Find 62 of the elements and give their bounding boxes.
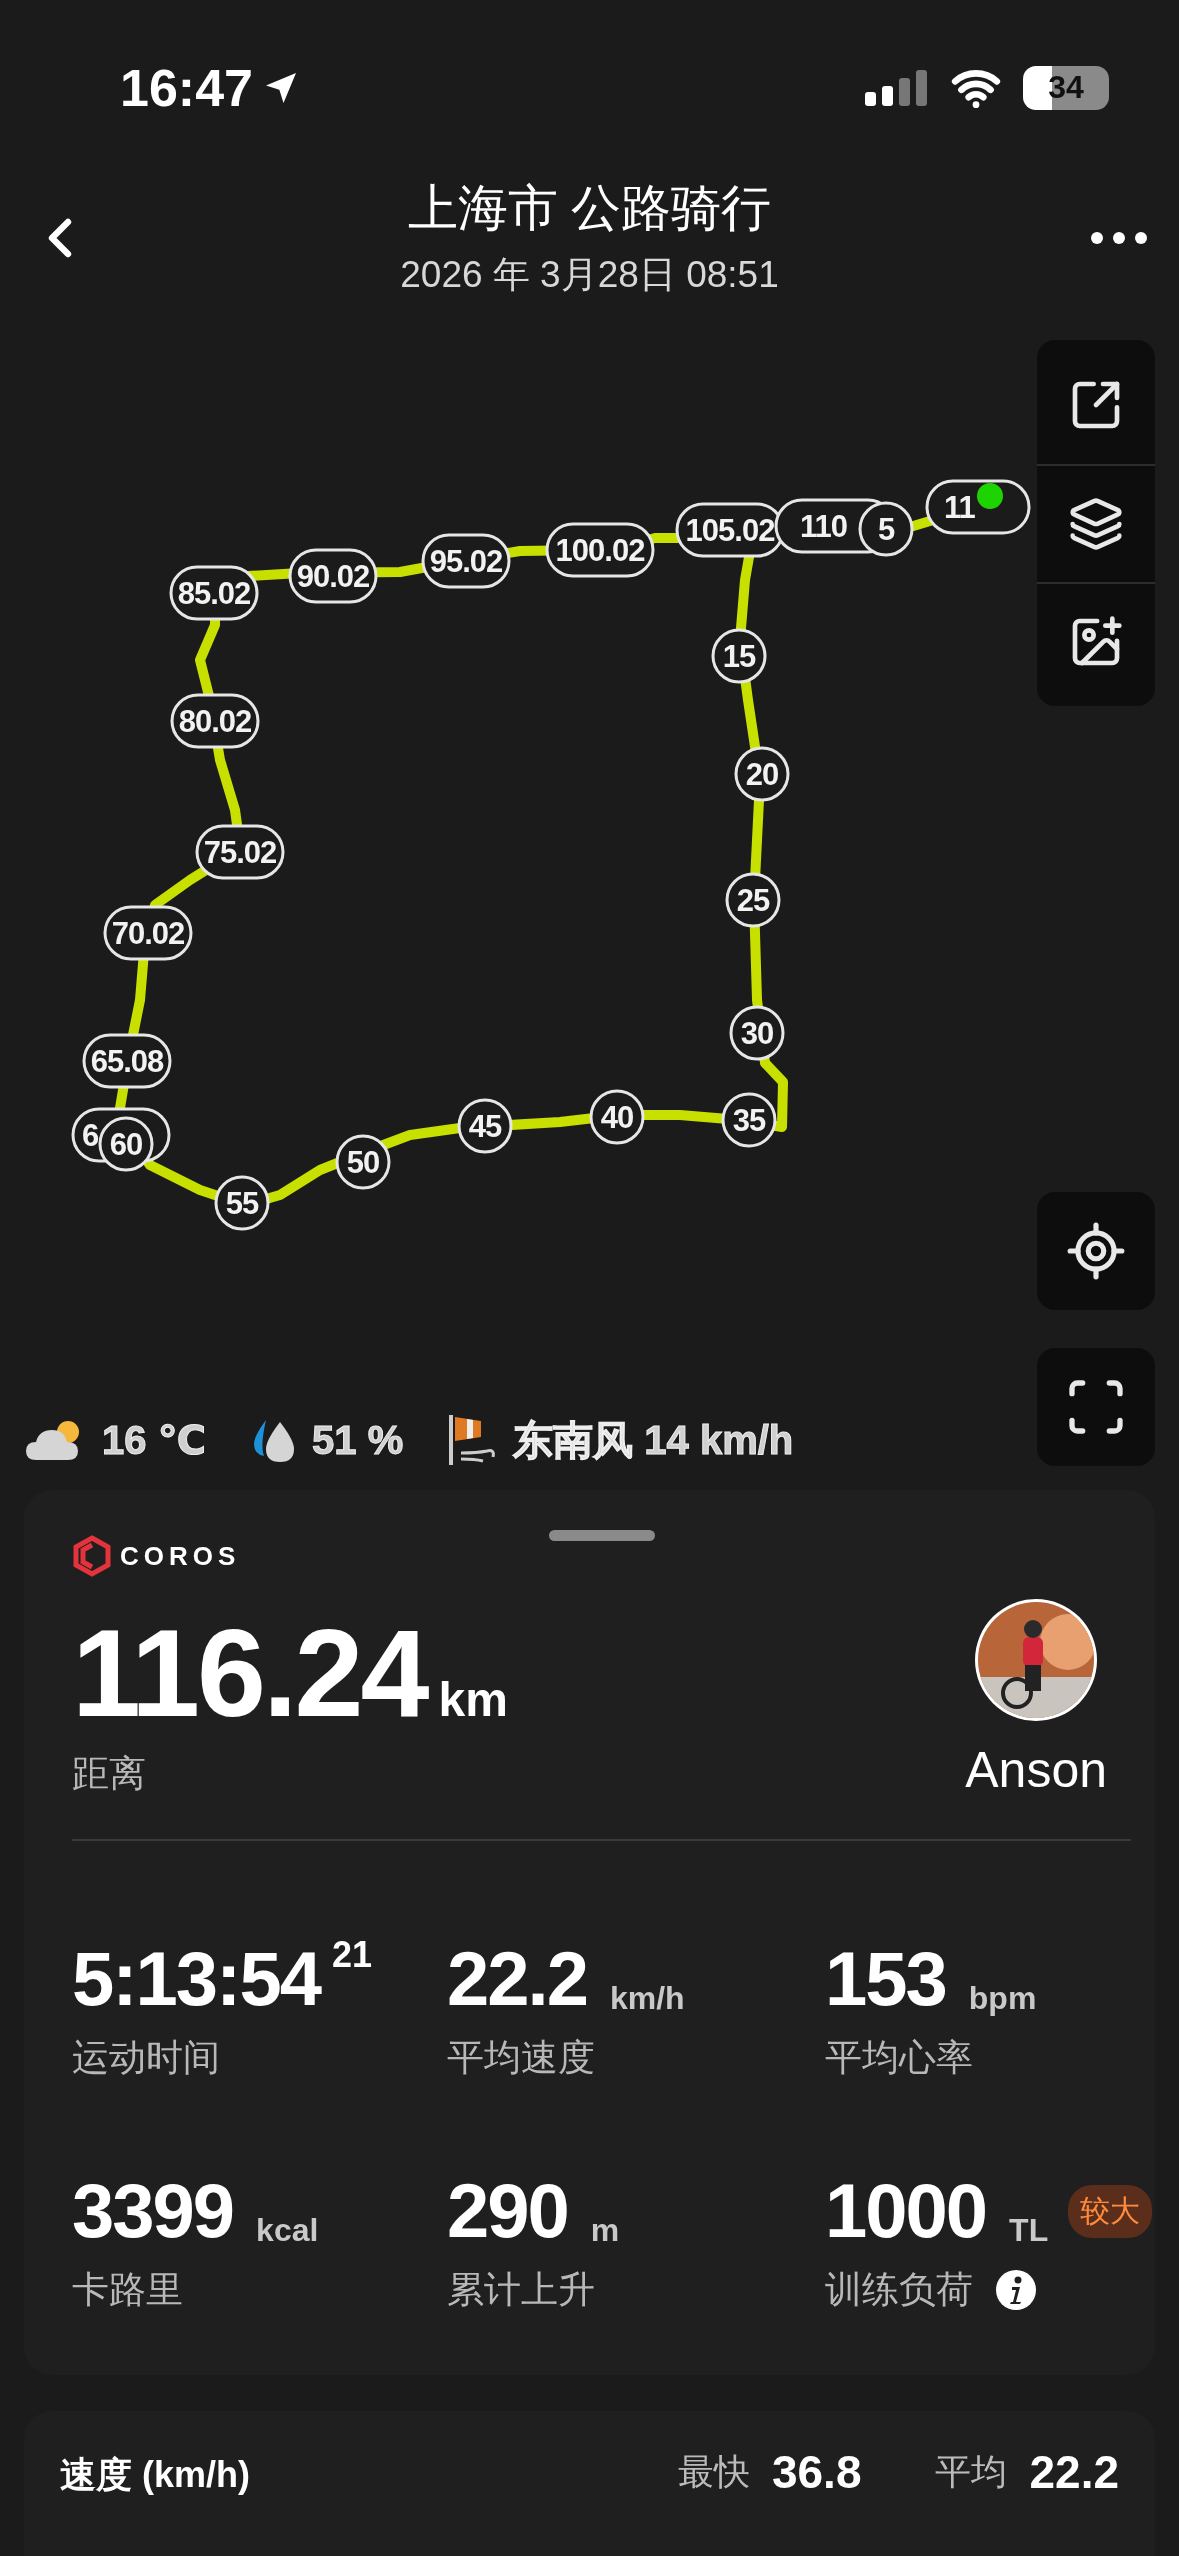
- stat-value: 3399: [72, 2173, 235, 2249]
- stat-label: 运动时间: [72, 2036, 220, 2080]
- stat-value: 1000: [825, 2173, 988, 2249]
- stat-value: 5:13:54$^{21}$: [72, 1941, 373, 2017]
- stat-value: 153: [825, 1941, 947, 2017]
- stat-label: 平均心率: [825, 2036, 973, 2080]
- distance-marker: 25: [725, 872, 781, 928]
- speed-chart-title: 速度 (km/h): [60, 2453, 250, 2497]
- info-icon[interactable]: [995, 2269, 1037, 2311]
- distance-marker: 85.02: [169, 565, 259, 621]
- distance-marker: 90.02: [288, 548, 378, 604]
- brand-name: COROS: [120, 1540, 241, 1572]
- layers-icon: [1068, 496, 1124, 552]
- signal-icon: [865, 67, 929, 108]
- stat-label: 训练负荷: [825, 2268, 973, 2312]
- weather-text: 东南风 14 km/h: [513, 1416, 794, 1464]
- distance-marker: 70.02: [103, 905, 193, 961]
- distance-marker: 40: [589, 1089, 645, 1145]
- stat-value: 22.2: [447, 1941, 588, 2017]
- activity-title: 上海市 公路骑行: [407, 179, 772, 238]
- distance-marker: 11: [925, 479, 1031, 535]
- drag-handle[interactable]: [548, 1530, 655, 1541]
- distance-marker: 35: [721, 1092, 777, 1148]
- max-speed-value: 36.8: [771, 2445, 862, 2499]
- stat-label: 平均速度: [447, 2036, 595, 2080]
- stat-value: 290: [447, 2173, 569, 2249]
- distance-marker: 65.08: [82, 1033, 172, 1089]
- locate-icon: [1065, 1220, 1127, 1282]
- stat-label: 卡路里: [72, 2268, 183, 2312]
- distance-marker: 50: [335, 1134, 391, 1190]
- stat-label: 累计上升: [447, 2268, 595, 2312]
- avg-speed-label: 平均: [935, 2449, 1008, 2494]
- distance-value: 116.24: [72, 1604, 429, 1742]
- distance-marker: 5: [858, 501, 914, 557]
- more-icon: [1091, 231, 1147, 244]
- distance-unit: km: [438, 1673, 508, 1726]
- distance-marker: 95.02: [421, 533, 511, 589]
- weather-text: 51 %: [312, 1417, 404, 1463]
- distance-marker: 30: [729, 1005, 785, 1061]
- stat-unit: kcal: [256, 2212, 319, 2249]
- user-name: Anson: [965, 1741, 1107, 1799]
- distance-marker: 45: [457, 1098, 513, 1154]
- distance-marker: 100.02: [545, 522, 655, 578]
- load-badge: 较大: [1068, 2184, 1153, 2238]
- stat-unit: bpm: [968, 1980, 1037, 2017]
- activity-date: 2026 年 3月28日 08:51: [400, 253, 779, 297]
- start-dot: [977, 483, 1003, 509]
- stat-unit: TL: [1009, 2212, 1049, 2249]
- stat-unit: m: [590, 2212, 620, 2249]
- distance-marker: 55: [214, 1175, 270, 1231]
- avg-speed-value: 22.2: [1029, 2445, 1119, 2499]
- distance-marker: 20: [734, 746, 790, 802]
- distance-marker: 15: [711, 628, 767, 684]
- distance-marker: 60: [98, 1116, 154, 1172]
- stat-unit: km/h: [609, 1980, 685, 2017]
- brand-logo-icon: [72, 1535, 112, 1577]
- weather-text: 16 ℃: [102, 1417, 207, 1463]
- distance-marker: 75.02: [195, 824, 285, 880]
- max-speed-label: 最快: [677, 2449, 750, 2494]
- distance-label: 距离: [72, 1752, 146, 1796]
- status-time: 16:47: [120, 57, 253, 118]
- distance-marker: 80.02: [170, 693, 260, 749]
